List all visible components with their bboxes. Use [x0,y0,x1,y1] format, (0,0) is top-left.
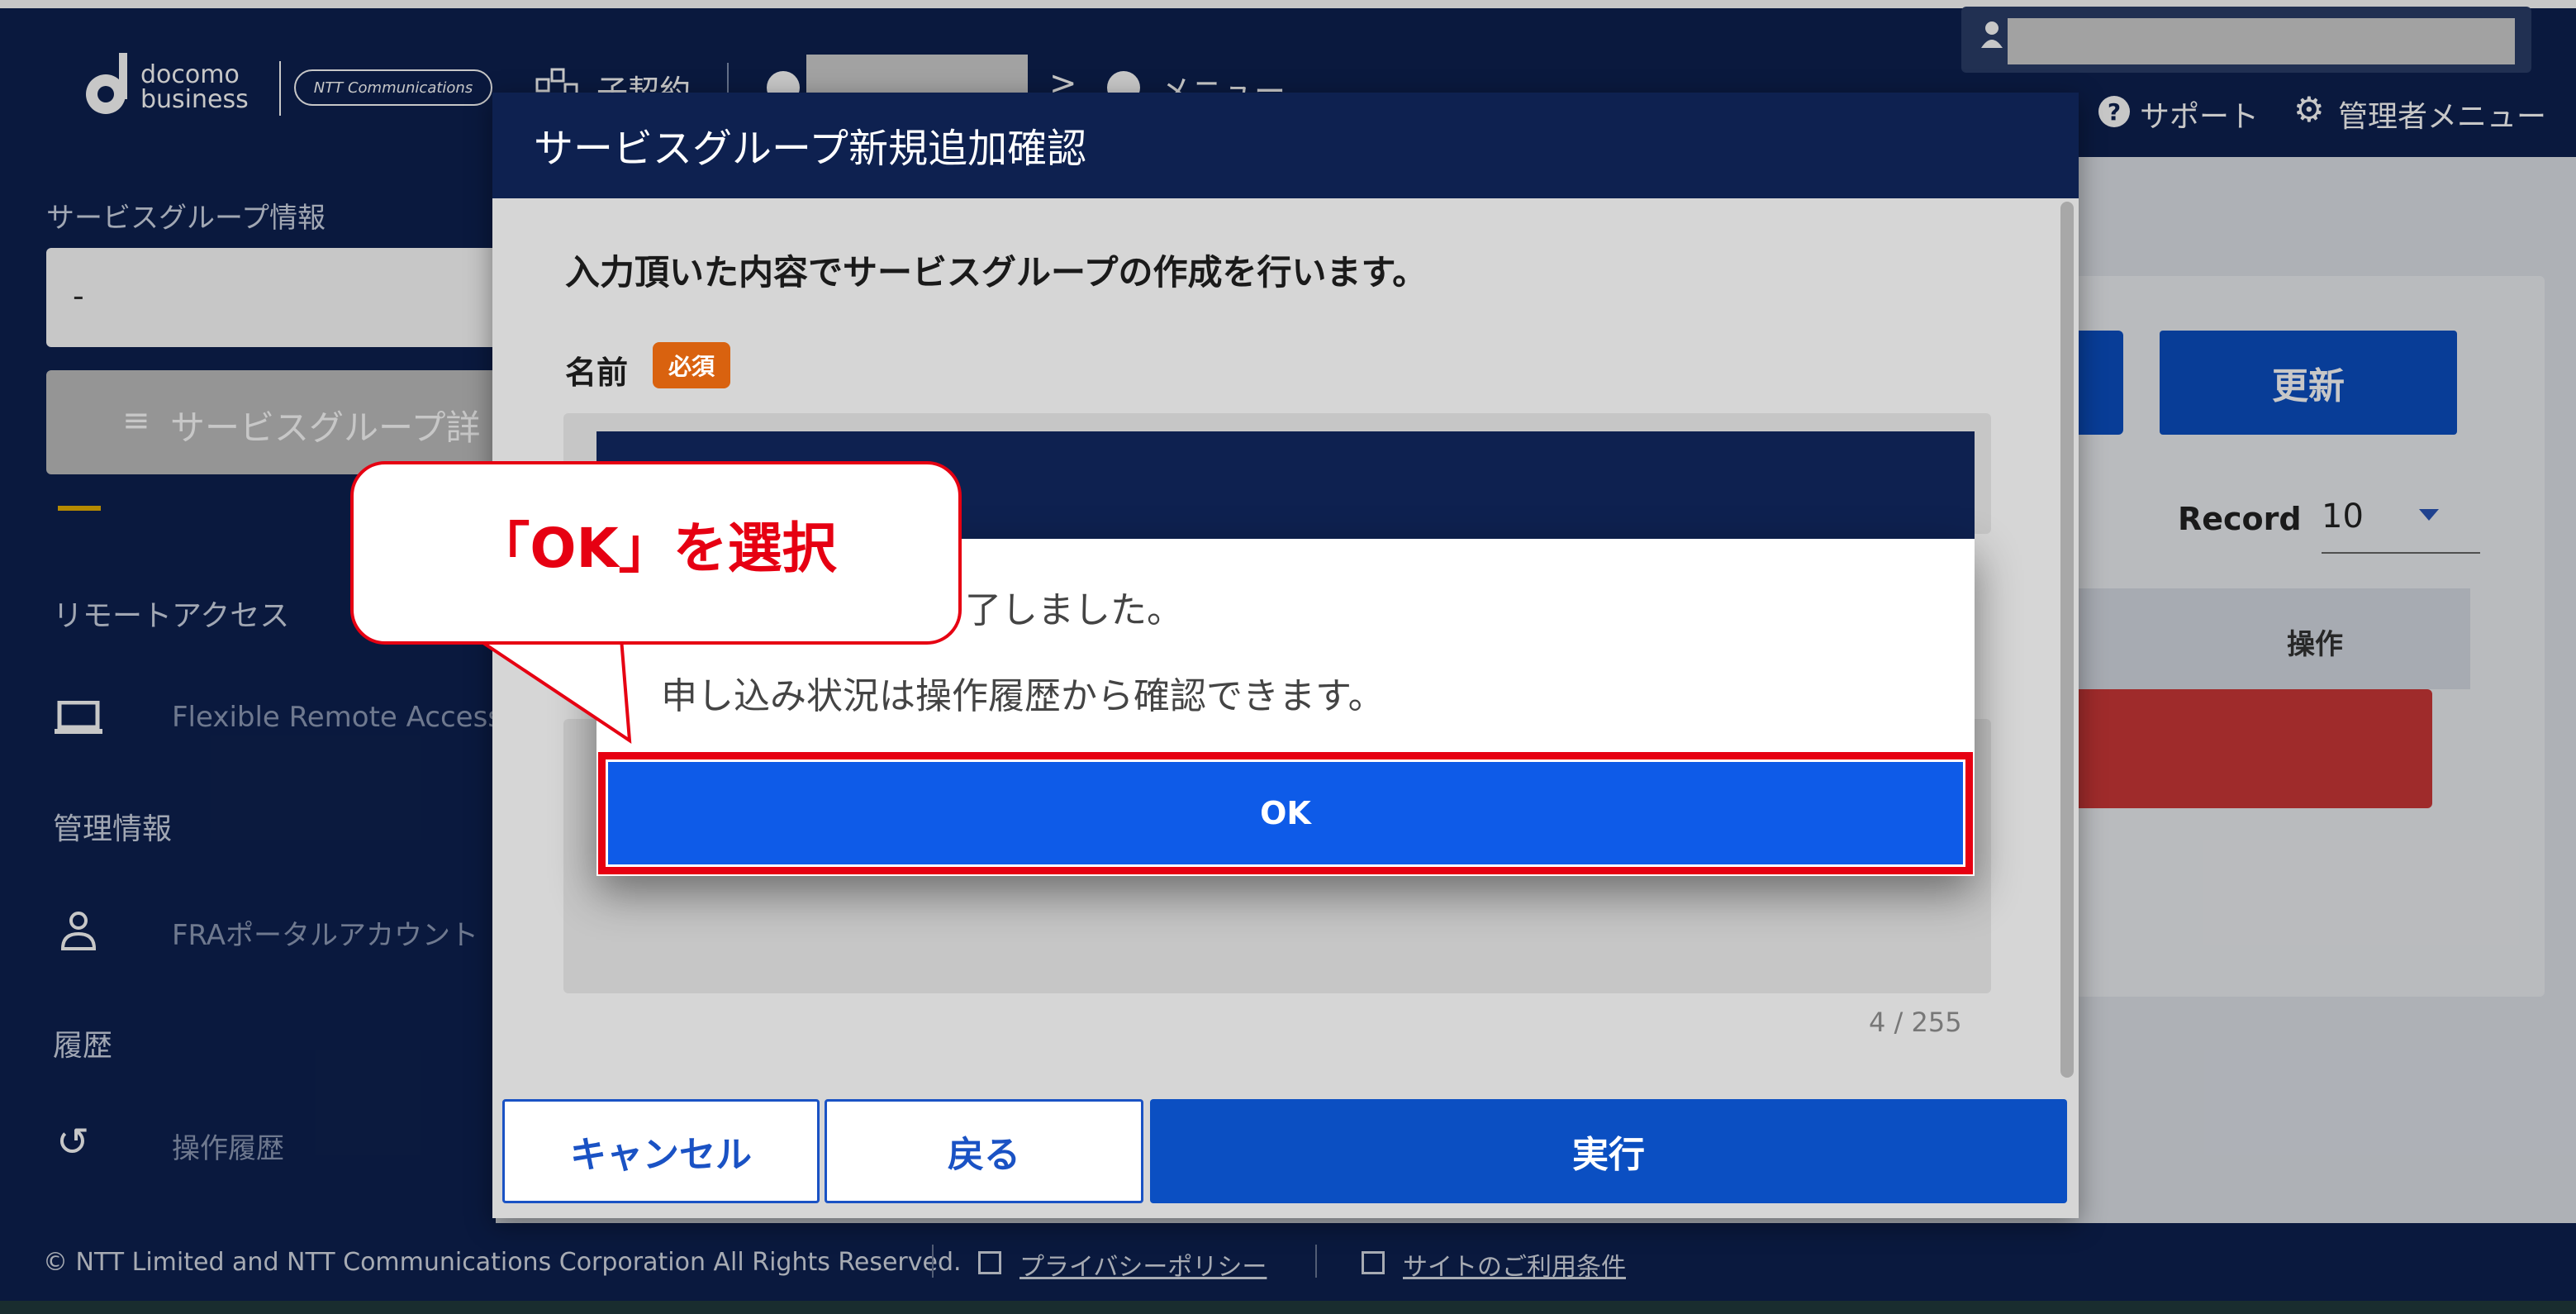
cancel-button[interactable]: キャンセル [502,1099,820,1203]
execute-button[interactable]: 実行 [1150,1099,2067,1203]
completion-message-2: 申し込み状況は操作履歴から確認できます。 [661,675,1385,717]
dialog-scrollbar[interactable] [2060,202,2074,1078]
char-count: 4 / 255 [1869,1007,1962,1038]
completion-message: 了しました。 [965,589,1183,631]
confirm-dialog-title: サービスグループ新規追加確認 [534,126,1087,172]
callout-text: 「OK」を選択 [475,517,837,580]
callout-seam [449,612,615,636]
required-badge: 必須 [653,342,730,388]
confirm-message: 入力頂いた内容でサービスグループの作成を行います。 [565,252,1428,293]
name-label: 名前 [565,355,629,391]
back-button[interactable]: 戻る [825,1099,1143,1203]
ok-button-highlight [598,752,1973,874]
